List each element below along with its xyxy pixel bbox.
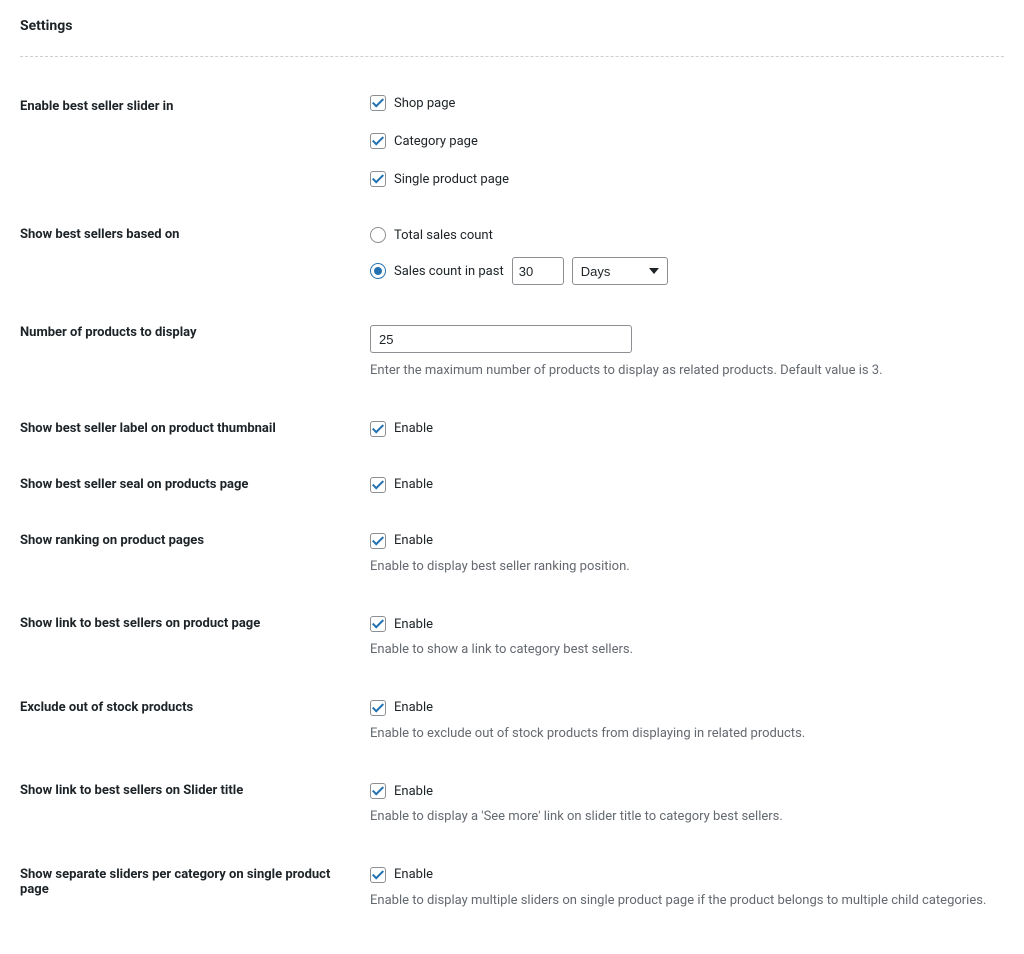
option-total-sales: Total sales count [370,227,1004,243]
label-enable-link-product[interactable]: Enable [394,617,433,632]
field-label-based-on: Show best sellers based on [20,201,370,299]
option-category-page: Category page [370,133,1004,149]
checkbox-link-product[interactable] [370,616,386,632]
section-title: Settings [20,18,1004,34]
checkbox-ranking[interactable] [370,533,386,549]
desc-num-products: Enter the maximum number of products to … [370,361,1004,381]
label-single-product-page[interactable]: Single product page [394,172,509,187]
label-enable-sep-sliders[interactable]: Enable [394,867,433,882]
select-past-unit[interactable]: Days [572,257,668,285]
checkbox-label-thumb[interactable] [370,421,386,437]
field-label-ranking: Show ranking on product pages [20,507,370,591]
checkbox-sep-sliders[interactable] [370,867,386,883]
checkbox-seal-page[interactable] [370,477,386,493]
checkbox-category-page[interactable] [370,133,386,149]
field-label-sep-sliders: Show separate sliders per category on si… [20,841,370,925]
label-enable-ranking[interactable]: Enable [394,533,433,548]
checkbox-exclude-oos[interactable] [370,700,386,716]
option-sales-in-past: Sales count in past Days [370,257,1004,285]
field-label-seal-page: Show best seller seal on products page [20,451,370,507]
label-category-page[interactable]: Category page [394,134,478,149]
label-enable-exclude-oos[interactable]: Enable [394,700,433,715]
desc-link-slider: Enable to display a 'See more' link on s… [370,807,1004,827]
desc-link-product: Enable to show a link to category best s… [370,640,1004,660]
label-enable-seal-page[interactable]: Enable [394,477,433,492]
radio-total-sales[interactable] [370,227,386,243]
checkbox-shop-page[interactable] [370,95,386,111]
settings-form: Enable best seller slider in Shop page C… [20,85,1004,924]
desc-sep-sliders: Enable to display multiple sliders on si… [370,891,1004,911]
field-label-exclude-oos: Exclude out of stock products [20,674,370,758]
checkbox-link-slider[interactable] [370,783,386,799]
desc-exclude-oos: Enable to exclude out of stock products … [370,724,1004,744]
label-total-sales[interactable]: Total sales count [394,228,493,243]
field-label-enable-in: Enable best seller slider in [20,85,370,201]
input-num-products[interactable] [370,325,632,353]
field-label-label-thumb: Show best seller label on product thumbn… [20,395,370,451]
label-enable-label-thumb[interactable]: Enable [394,421,433,436]
label-enable-link-slider[interactable]: Enable [394,784,433,799]
field-label-link-slider: Show link to best sellers on Slider titl… [20,757,370,841]
field-label-link-product: Show link to best sellers on product pag… [20,590,370,674]
option-single-product-page: Single product page [370,171,1004,187]
input-past-count[interactable] [512,257,564,285]
radio-sales-in-past[interactable] [370,263,386,279]
desc-ranking: Enable to display best seller ranking po… [370,557,1004,577]
field-label-num-products: Number of products to display [20,299,370,395]
settings-panel: Settings Enable best seller slider in Sh… [0,0,1024,954]
label-sales-in-past[interactable]: Sales count in past [394,264,504,279]
label-shop-page[interactable]: Shop page [394,96,455,111]
section-divider [20,56,1004,57]
checkbox-single-product-page[interactable] [370,171,386,187]
option-shop-page: Shop page [370,95,1004,111]
